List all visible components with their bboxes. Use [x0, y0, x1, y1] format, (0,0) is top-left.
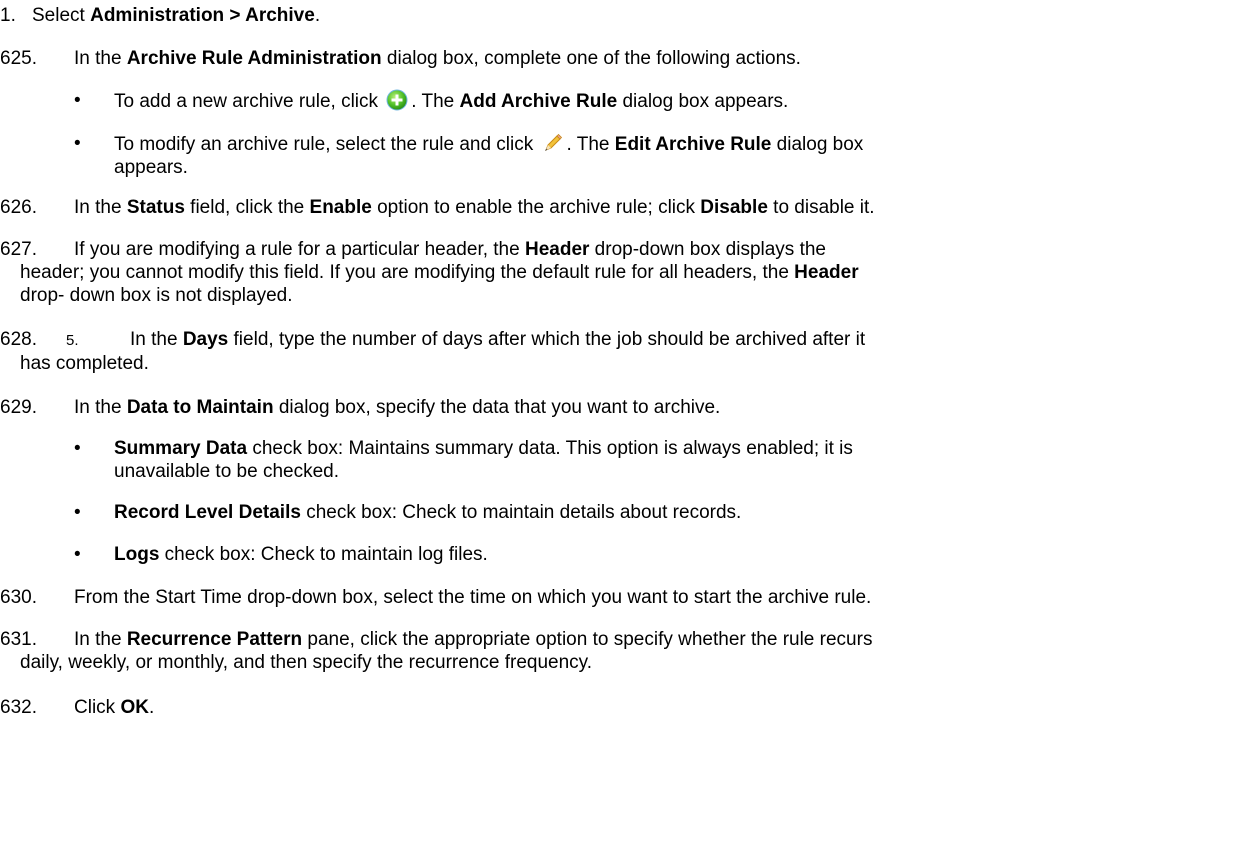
- dialog-name: Edit Archive Rule: [614, 134, 772, 155]
- bullet-text: dialog box appears.: [617, 91, 789, 112]
- step-text: dialog box, complete one of the followin…: [381, 48, 801, 69]
- option-name: Disable: [700, 197, 768, 218]
- bullet-dot: •: [74, 438, 81, 459]
- button-name: OK: [120, 697, 149, 718]
- step-number: 1.: [0, 5, 16, 26]
- checkbox-name: Summary Data: [114, 438, 248, 459]
- step-text: has completed.: [20, 353, 149, 374]
- step-text: In the: [130, 329, 183, 350]
- step-text: In the: [74, 397, 127, 418]
- step-628: 628. 5. In the Days field, type the number…: [0, 328, 1255, 375]
- step-text: Click: [74, 697, 121, 718]
- bullet-text: . The: [566, 134, 615, 155]
- field-name: Status: [126, 197, 185, 218]
- step-631: 631. In the Recurrence Pattern pane, clic…: [0, 628, 1255, 674]
- step-1: 1. Select Administration > Archive.: [0, 4, 1255, 27]
- step-text: header; you cannot modify this field. If…: [20, 262, 795, 283]
- step-subnumber: 5.: [66, 332, 79, 349]
- step-number: 630.: [0, 587, 37, 608]
- step-text: dialog box, specify the data that you wa…: [273, 397, 721, 418]
- step-number: 629.: [0, 397, 37, 418]
- step-number: 628.: [0, 329, 37, 350]
- dialog-name: Add Archive Rule: [459, 91, 618, 112]
- field-name: Days: [182, 329, 229, 350]
- step-text: In the: [74, 629, 127, 650]
- step-text: field, click the: [184, 197, 310, 218]
- step-text: If you are modifying a rule for a partic…: [74, 239, 525, 260]
- step-number: 631.: [0, 629, 37, 650]
- step-text: In the: [74, 48, 127, 69]
- bullet-text: check box: Maintains summary data. This …: [247, 438, 853, 459]
- dialog-name: Archive Rule Administration: [126, 48, 382, 69]
- dialog-name: Data to Maintain: [126, 397, 274, 418]
- step-text: to disable it.: [767, 197, 875, 218]
- bullet-text: appears.: [114, 157, 188, 178]
- step-number: 627.: [0, 239, 37, 260]
- bullet-dot: •: [74, 502, 81, 523]
- pane-name: Recurrence Pattern: [126, 629, 303, 650]
- step-625: 625. In the Archive Rule Administration d…: [0, 47, 1255, 70]
- step-text: option to enable the archive rule; click: [371, 197, 701, 218]
- step-626: 626. In the Status field, click the Enabl…: [0, 196, 1255, 219]
- step-text: Select: [32, 5, 91, 26]
- step-627: 627. If you are modifying a rule for a pa…: [0, 238, 1255, 307]
- step-text: From the Start Time drop-down box, selec…: [74, 587, 872, 608]
- bullet-dot: •: [74, 544, 81, 565]
- bullet-dot: •: [74, 90, 81, 111]
- bullet-text: unavailable to be checked.: [114, 461, 339, 482]
- step-text: drop- down box is not displayed.: [20, 285, 293, 306]
- step-text: daily, weekly, or monthly, and then spec…: [20, 652, 593, 673]
- bullet-text: check box: Check to maintain log files.: [159, 544, 488, 565]
- step-text: In the: [74, 197, 127, 218]
- pencil-edit-icon: [542, 132, 564, 154]
- step-630: 630. From the Start Time drop-down box, s…: [0, 586, 1255, 609]
- add-green-circle-icon: [386, 89, 408, 111]
- document-page: 1. Select Administration > Archive. 625. I…: [0, 0, 1260, 844]
- field-name: Header: [794, 262, 859, 283]
- step-629: 629. In the Data to Maintain dialog box, …: [0, 396, 1255, 419]
- step-text: pane, click the appropriate option to sp…: [302, 629, 873, 650]
- bullet-text: To add a new archive rule, click: [114, 91, 384, 112]
- field-name: Header: [524, 239, 590, 260]
- step-number: 625.: [0, 48, 37, 69]
- step-text: field, type the number of days after whi…: [228, 329, 866, 350]
- step-text: drop-down box displays the: [589, 239, 826, 260]
- bullet-text: . The: [411, 91, 460, 112]
- bullet-text: dialog box: [771, 134, 864, 155]
- step-632: 632. Click OK.: [0, 696, 1255, 719]
- option-name: Enable: [309, 197, 372, 218]
- step-text: .: [314, 5, 321, 26]
- bullet-text: check box: Check to maintain details abo…: [300, 502, 742, 523]
- step-number: 626.: [0, 197, 37, 218]
- bullet-dot: •: [74, 133, 81, 154]
- step-number: 632.: [0, 697, 37, 718]
- bullet-text: To modify an archive rule, select the ru…: [114, 134, 539, 155]
- menu-path: Administration > Archive: [90, 5, 315, 26]
- checkbox-name: Record Level Details: [114, 502, 301, 523]
- step-text: .: [148, 697, 155, 718]
- checkbox-name: Logs: [114, 544, 160, 565]
